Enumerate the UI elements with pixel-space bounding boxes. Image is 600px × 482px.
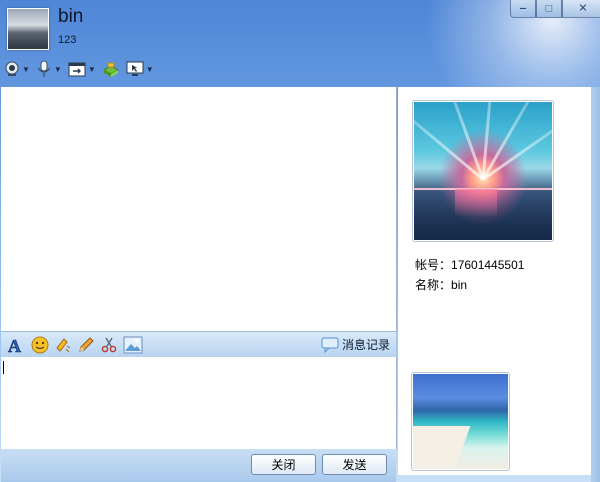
minimize-button[interactable]: ‒ — [510, 0, 536, 18]
screenshot-button[interactable] — [100, 336, 118, 354]
scissors-icon — [101, 337, 117, 352]
app-box-button[interactable] — [102, 59, 120, 79]
chevron-down-icon[interactable]: ▼ — [22, 65, 30, 74]
message-history-area[interactable] — [1, 87, 397, 331]
profile-panel: 帐号：17601445501 名称：bin — [398, 87, 591, 475]
chevron-down-icon[interactable]: ▼ — [88, 65, 96, 74]
message-history-button[interactable]: 消息记录 — [321, 336, 390, 353]
screen-share-icon — [126, 61, 144, 76]
beach-image — [413, 374, 508, 469]
screen-share-button[interactable]: ▼ — [126, 59, 154, 79]
image-icon — [123, 336, 143, 353]
chevron-down-icon[interactable]: ▼ — [54, 65, 62, 74]
chat-toolbar: ▼ ▼ ▼ ▼ — [4, 58, 160, 80]
maximize-button[interactable]: □ — [536, 0, 562, 18]
window-controls: ‒ □ ✕ — [510, 0, 600, 18]
message-input[interactable] — [1, 357, 397, 449]
draw-button[interactable] — [77, 336, 95, 354]
microphone-icon — [37, 60, 51, 77]
close-icon: ✕ — [578, 2, 588, 14]
name-info: 名称：bin — [415, 276, 467, 293]
own-profile-photo[interactable] — [411, 372, 510, 471]
shake-button[interactable] — [54, 336, 72, 354]
account-label: 帐号： — [415, 258, 452, 272]
chat-window: ‒ □ ✕ bin 123 ▼ ▼ ▼ ▼ A 消息记录 关闭 发送 帐号：17… — [0, 0, 600, 482]
close-window-button[interactable]: ✕ — [562, 0, 600, 18]
action-bar: 关闭 发送 — [1, 449, 396, 482]
font-icon: A — [8, 336, 22, 354]
contact-avatar[interactable] — [7, 8, 49, 50]
sunset-image — [414, 102, 552, 240]
history-label: 消息记录 — [341, 338, 390, 352]
svg-text:A: A — [8, 336, 21, 354]
account-info: 帐号：17601445501 — [415, 256, 524, 273]
input-toolbar: A 消息记录 — [1, 331, 396, 358]
text-cursor — [3, 361, 4, 374]
shake-icon — [56, 337, 71, 352]
chat-bubble-icon — [321, 337, 339, 353]
account-value: 17601445501 — [451, 258, 525, 272]
contact-name: bin — [58, 6, 84, 27]
emoji-button[interactable] — [31, 336, 49, 354]
chevron-down-icon[interactable]: ▼ — [146, 65, 154, 74]
close-button[interactable]: 关闭 — [251, 454, 316, 475]
window-frame-right — [591, 87, 600, 482]
video-call-button[interactable]: ▼ — [4, 59, 30, 79]
contact-profile-photo[interactable] — [412, 100, 554, 242]
pencil-icon — [79, 336, 94, 352]
emoji-icon — [31, 336, 49, 353]
file-transfer-icon — [68, 62, 86, 77]
maximize-icon: □ — [545, 2, 553, 14]
voice-call-button[interactable]: ▼ — [36, 59, 62, 79]
contact-status: 123 — [58, 34, 77, 46]
image-button[interactable] — [123, 336, 143, 354]
send-button[interactable]: 发送 — [322, 454, 387, 475]
app-box-icon — [102, 62, 119, 77]
minimize-icon: ‒ — [519, 2, 527, 14]
camera-icon — [5, 61, 19, 76]
name-value: bin — [451, 278, 468, 292]
name-label: 名称： — [415, 278, 452, 292]
font-button[interactable]: A — [6, 336, 26, 354]
send-file-button[interactable]: ▼ — [68, 59, 96, 79]
